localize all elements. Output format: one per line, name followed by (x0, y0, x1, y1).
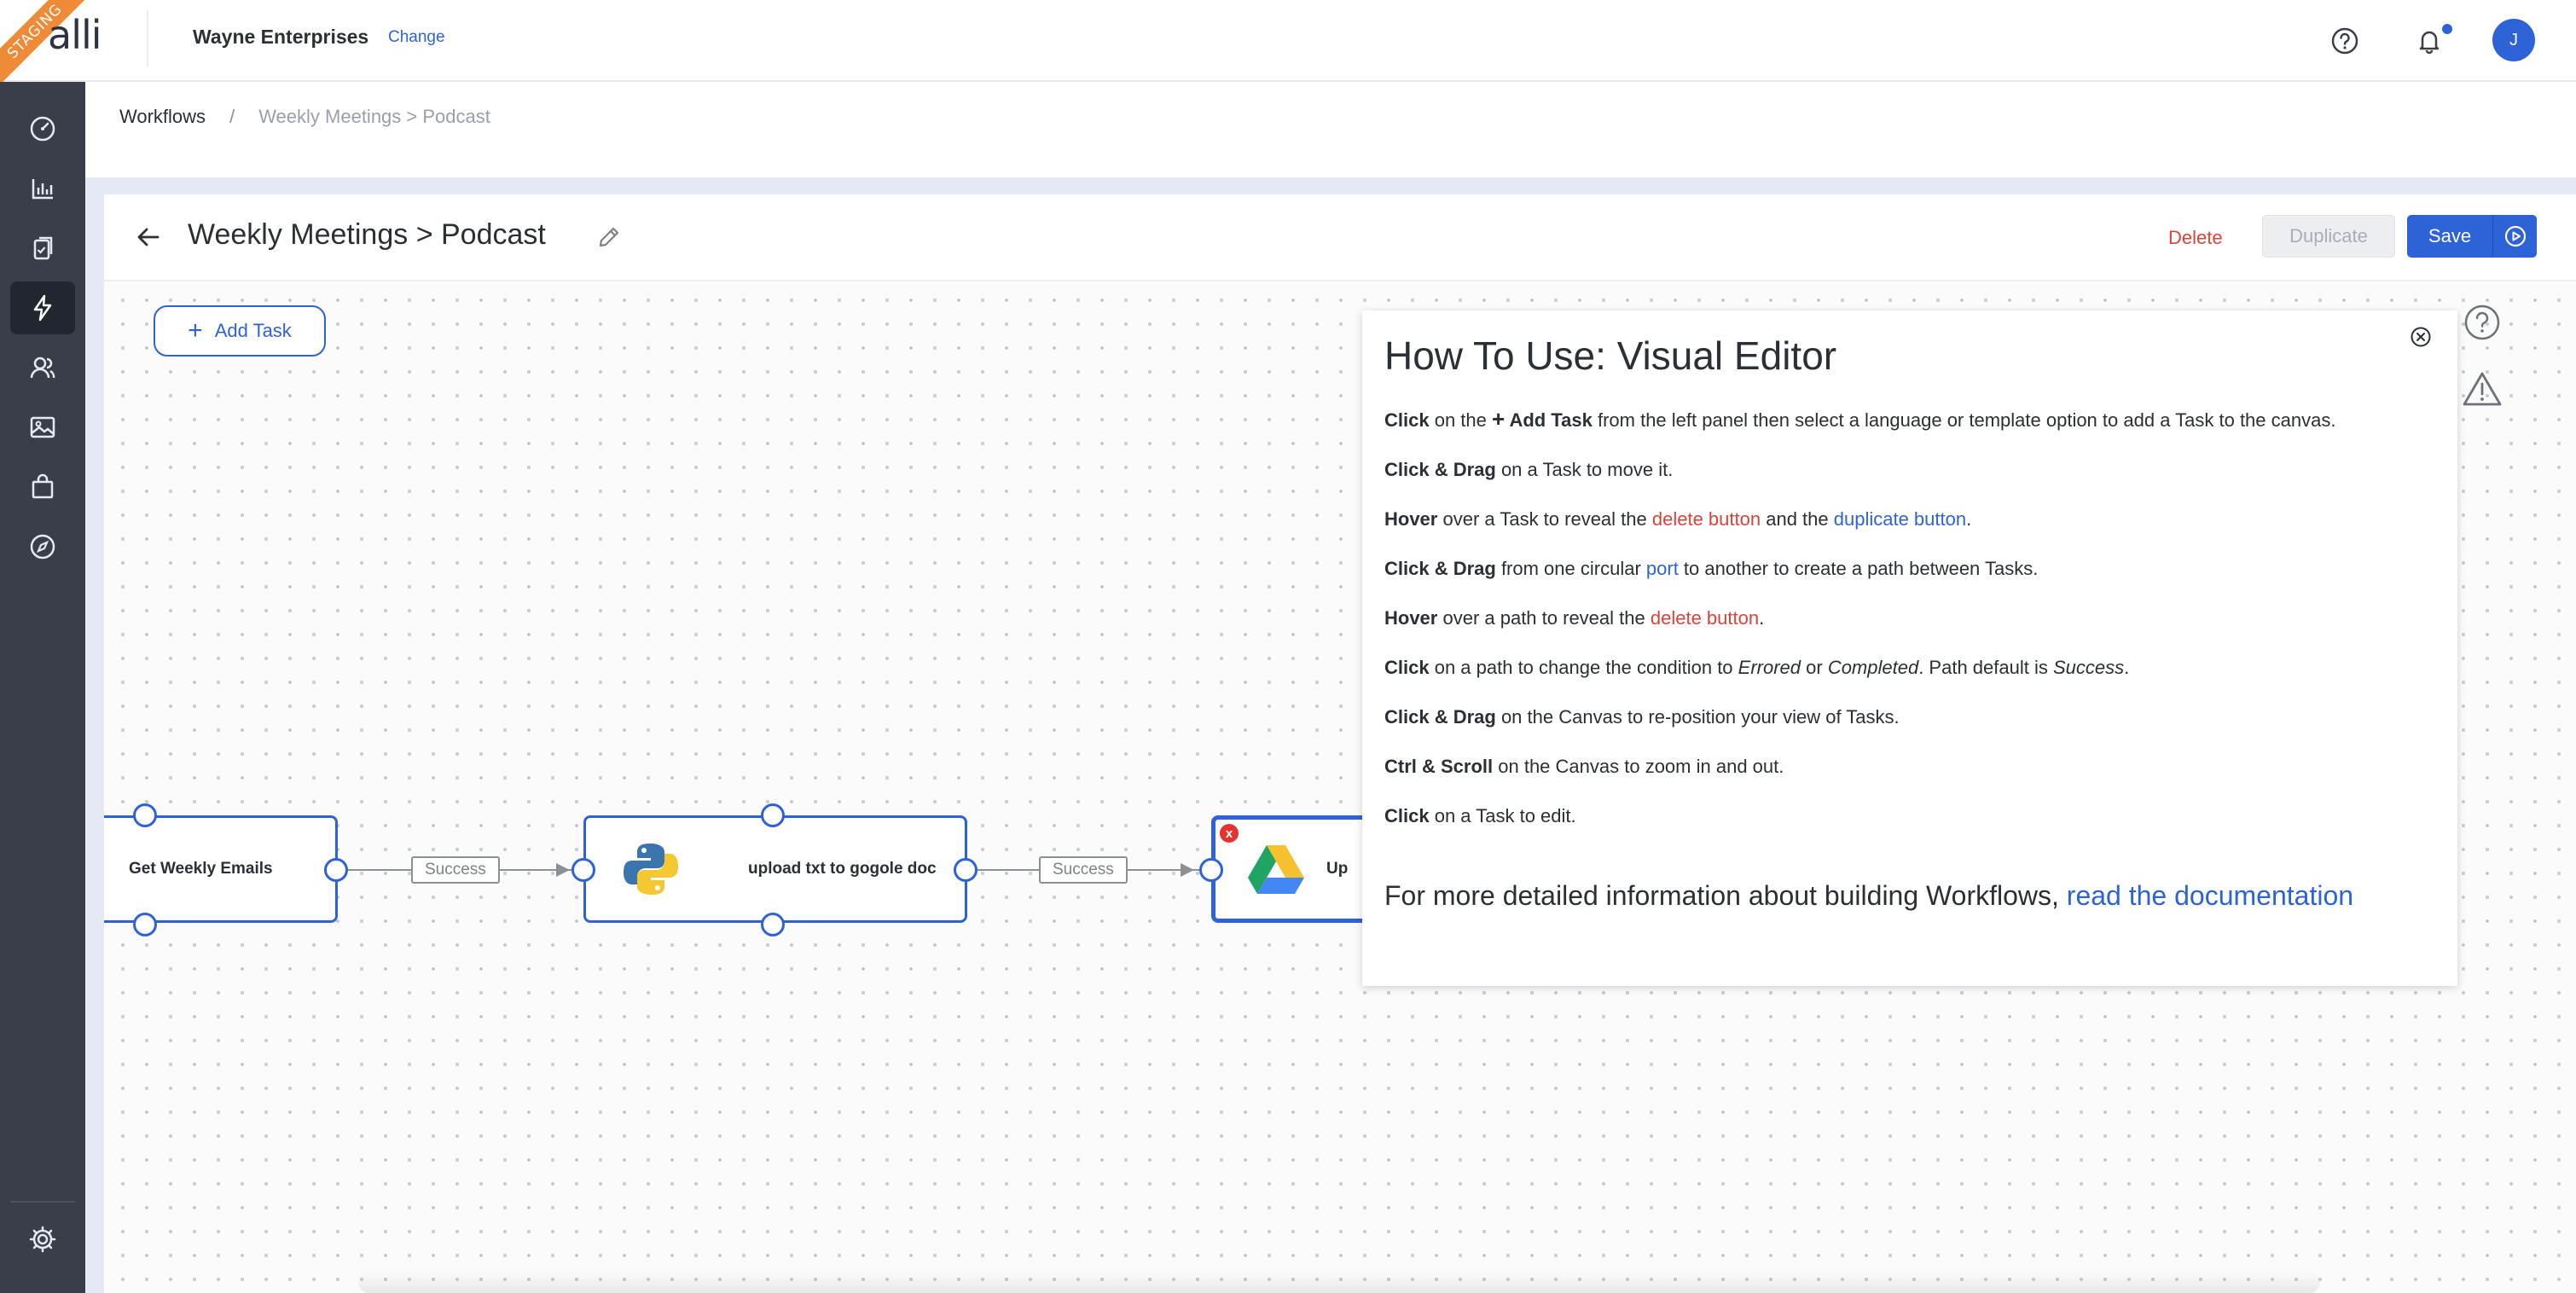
task-port-left[interactable] (1199, 858, 1223, 882)
canvas-scroll-shadow (358, 1271, 2320, 1293)
task-node[interactable]: Get Weekly Emails (104, 815, 338, 923)
arrow-left-icon[interactable] (131, 220, 165, 254)
settings-icon[interactable] (10, 1213, 75, 1266)
help-circle-icon[interactable] (2460, 300, 2504, 345)
task-label: upload txt to gogole doc (748, 860, 937, 878)
save-button[interactable]: Save (2407, 215, 2492, 258)
breadcrumb-area: Workflows / Weekly Meetings > Podcast (85, 82, 2576, 177)
bar-chart-icon[interactable] (10, 162, 75, 215)
users-icon[interactable] (10, 341, 75, 394)
help-line: Click & Drag from one circular port to a… (1384, 558, 2039, 579)
task-port-right[interactable] (954, 858, 978, 882)
breadcrumb: Workflows / Weekly Meetings > Podcast (119, 106, 490, 128)
documentation-link[interactable]: read the documentation (2067, 880, 2353, 911)
topbar-divider (147, 10, 148, 67)
edge-label[interactable]: Success (411, 856, 500, 884)
help-footer-text: For more detailed information about buil… (1384, 880, 2067, 911)
sidebar (0, 82, 85, 1293)
breadcrumb-current: Weekly Meetings > Podcast (258, 106, 490, 127)
pencil-icon[interactable] (592, 220, 626, 254)
google-drive-icon (1248, 844, 1304, 895)
help-footer: For more detailed information about buil… (1384, 877, 2422, 914)
help-line: Click on a path to change the condition … (1384, 657, 2130, 678)
help-line: Click on a Task to edit. (1384, 805, 1576, 826)
warning-triangle-icon[interactable] (2460, 367, 2504, 411)
play-circle-icon[interactable] (2492, 215, 2537, 258)
plus-icon: + (1491, 406, 1506, 432)
notification-dot (2440, 22, 2454, 36)
app-logo[interactable]: alli (48, 12, 102, 58)
task-port-top[interactable] (133, 803, 157, 827)
close-icon[interactable] (2408, 324, 2434, 350)
help-circle-icon[interactable] (2326, 22, 2364, 60)
plus-icon: + (188, 316, 203, 345)
help-panel: How To Use: Visual Editor Click on the +… (1362, 310, 2457, 986)
help-line: Click & Drag on a Task to move it. (1384, 459, 1674, 480)
breadcrumb-workflows[interactable]: Workflows (119, 106, 206, 128)
clipboard-icon[interactable] (10, 222, 75, 275)
help-line: Click on the + Add Task from the left pa… (1384, 406, 2336, 432)
org-change-link[interactable]: Change (388, 28, 445, 47)
sidebar-divider (10, 1201, 75, 1203)
top-bar: STAGING alli Wayne Enterprises Change J (0, 0, 2576, 92)
dashboard-icon[interactable] (10, 102, 75, 155)
edge-arrow (1181, 863, 1194, 877)
task-node[interactable]: upload txt to gogole doc (583, 815, 967, 923)
avatar[interactable]: J (2492, 19, 2535, 61)
help-line: Hover over a Task to reveal the delete b… (1384, 508, 1972, 530)
help-line: Ctrl & Scroll on the Canvas to zoom in a… (1384, 756, 1784, 777)
task-label: Up (1326, 860, 1349, 878)
task-port-left[interactable] (571, 858, 595, 882)
breadcrumb-separator: / (229, 106, 235, 127)
task-port-bottom[interactable] (133, 913, 157, 936)
task-label: Get Weekly Emails (129, 860, 273, 878)
duplicate-button[interactable]: Duplicate (2262, 215, 2395, 258)
python-logo-icon (622, 840, 680, 898)
error-badge: x (1220, 824, 1239, 843)
help-instructions: Click on the + Add Task from the left pa… (1384, 404, 2422, 851)
edge-label[interactable]: Success (1039, 856, 1128, 884)
add-task-button[interactable]: + Add Task (154, 305, 326, 357)
help-line: Hover over a path to reveal the delete b… (1384, 607, 1765, 629)
image-icon[interactable] (10, 401, 75, 454)
shopping-bag-icon[interactable] (10, 461, 75, 513)
org-name: Wayne Enterprises (193, 26, 369, 48)
task-port-top[interactable] (761, 803, 785, 827)
task-port-right[interactable] (324, 858, 348, 882)
lightning-icon[interactable] (10, 281, 75, 334)
compass-icon[interactable] (10, 520, 75, 573)
workflow-header: Weekly Meetings > Podcast Delete Duplica… (104, 194, 2576, 281)
add-task-label: Add Task (214, 320, 292, 341)
delete-button[interactable]: Delete (2153, 217, 2238, 259)
task-port-bottom[interactable] (761, 913, 785, 936)
edge-arrow (556, 863, 570, 877)
help-line: Click & Drag on the Canvas to re-positio… (1384, 706, 1900, 728)
save-button-group: Save (2407, 215, 2537, 258)
help-title: How To Use: Visual Editor (1384, 333, 1837, 378)
page-title: Weekly Meetings > Podcast (188, 218, 546, 251)
